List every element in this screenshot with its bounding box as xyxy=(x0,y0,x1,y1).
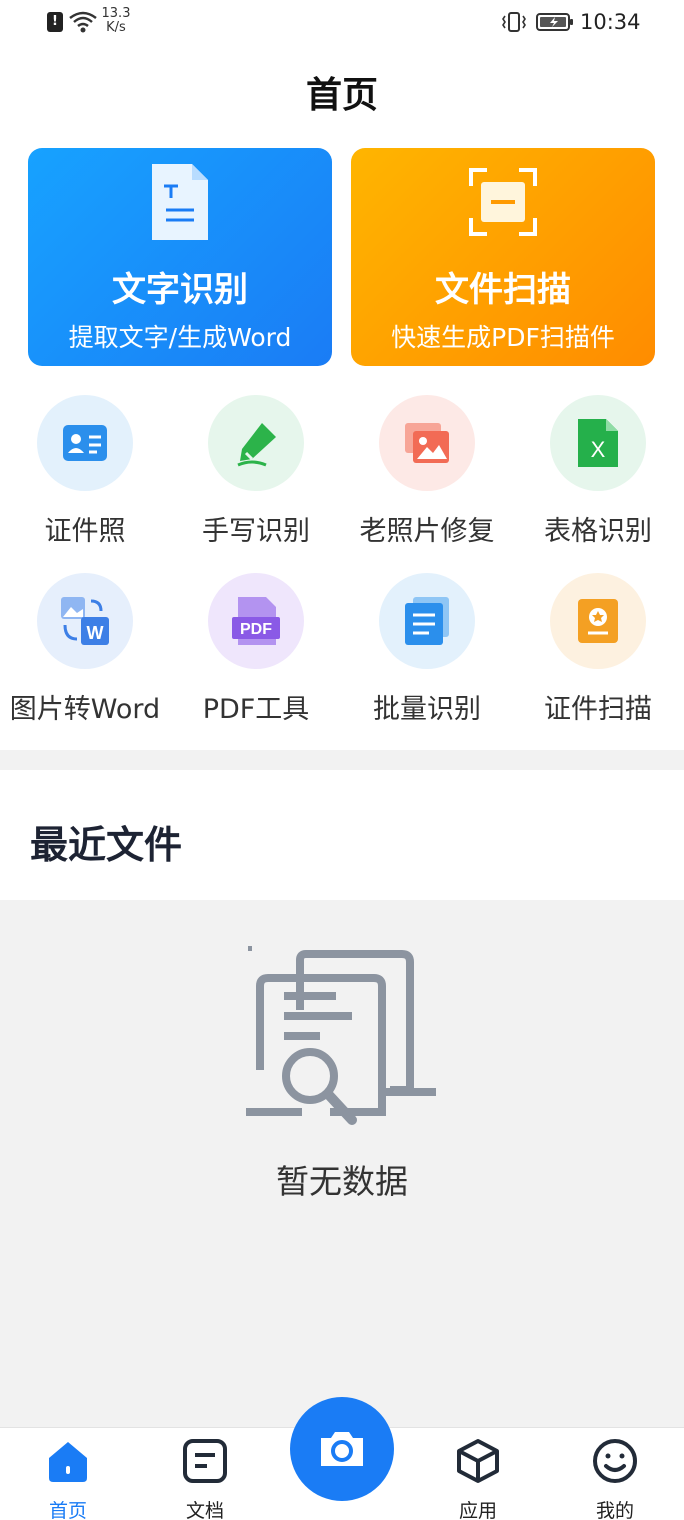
tool-icon-circle: X xyxy=(550,395,646,491)
network-speed: 13.3 K/s xyxy=(100,7,132,35)
tool-icon-circle: W xyxy=(37,573,133,669)
svg-text:W: W xyxy=(87,623,104,643)
document-icon xyxy=(183,1439,227,1483)
card-title: 文字识别 xyxy=(112,270,248,310)
page-title: 首页 xyxy=(305,75,378,116)
wifi-icon xyxy=(69,11,97,33)
tool-label: 图片转Word xyxy=(9,694,161,725)
nav-home[interactable]: 首页 xyxy=(23,1438,113,1520)
tool-label: 批量识别 xyxy=(373,694,481,725)
svg-text:PDF: PDF xyxy=(240,621,272,638)
nav-label: 首页 xyxy=(48,1500,87,1520)
recent-files-section: 最近文件 xyxy=(0,770,684,900)
network-speed-value: 13.3 xyxy=(101,6,131,21)
camera-icon xyxy=(321,1432,363,1466)
tool-icon-circle xyxy=(379,573,475,669)
home-icon xyxy=(49,1442,87,1482)
file-scan-card[interactable]: 文件扫描 快速生成PDF扫描件 xyxy=(351,148,655,366)
battery-icon xyxy=(536,13,573,31)
scan-frame-icon xyxy=(469,168,537,236)
tool-label: 表格识别 xyxy=(544,516,652,547)
text-recognition-card[interactable]: 文字识别 提取文字/生成Word xyxy=(28,148,332,366)
tool-certificate-scan[interactable]: 证件扫描 xyxy=(513,573,683,726)
tool-label: 手写识别 xyxy=(202,516,310,547)
pen-icon xyxy=(237,423,276,467)
clock: 10:34 xyxy=(580,10,641,34)
certificate-icon xyxy=(578,599,618,643)
recent-files-title: 最近文件 xyxy=(30,823,183,867)
tool-label: PDF工具 xyxy=(202,694,310,725)
tool-icon-circle xyxy=(379,395,475,491)
tool-pdf[interactable]: PDF PDF工具 xyxy=(171,573,341,726)
smiley-icon xyxy=(593,1439,637,1483)
tool-id-photo[interactable]: 证件照 xyxy=(0,395,170,548)
excel-icon: X xyxy=(578,419,618,467)
empty-state-text: 暂无数据 xyxy=(276,1162,408,1201)
id-card-icon xyxy=(63,425,107,461)
tool-icon-circle: PDF xyxy=(208,573,304,669)
vibrate-icon xyxy=(502,12,526,32)
card-subtitle: 快速生成PDF扫描件 xyxy=(391,323,615,352)
tool-batch-recognition[interactable]: 批量识别 xyxy=(342,573,512,726)
tool-icon-circle xyxy=(550,573,646,669)
nav-label: 应用 xyxy=(458,1500,497,1520)
svg-text:X: X xyxy=(591,437,606,462)
empty-documents-icon xyxy=(246,946,436,1125)
card-subtitle: 提取文字/生成Word xyxy=(68,323,292,352)
camera-button[interactable] xyxy=(290,1397,394,1501)
network-speed-unit: K/s xyxy=(106,20,126,35)
nav-documents[interactable]: 文档 xyxy=(160,1438,250,1520)
text-document-icon xyxy=(152,164,208,240)
tool-label: 证件照 xyxy=(44,516,126,547)
pdf-icon: PDF xyxy=(232,597,280,645)
tool-image-to-word[interactable]: W 图片转Word xyxy=(0,573,170,726)
tool-icon-circle xyxy=(208,395,304,491)
tool-label: 老照片修复 xyxy=(359,516,495,547)
status-bar: ! 13.3 K/s 10:34 xyxy=(0,0,684,46)
tool-icon-circle xyxy=(37,395,133,491)
tool-label: 证件扫描 xyxy=(544,694,652,725)
cube-icon xyxy=(457,1439,499,1483)
tool-table-recognition[interactable]: X 表格识别 xyxy=(513,395,683,548)
nav-apps[interactable]: 应用 xyxy=(433,1438,523,1520)
alert-icon: ! xyxy=(47,12,63,32)
tool-photo-restore[interactable]: 老照片修复 xyxy=(342,395,512,548)
nav-profile[interactable]: 我的 xyxy=(570,1438,660,1520)
tool-handwriting[interactable]: 手写识别 xyxy=(171,395,341,548)
nav-label: 我的 xyxy=(595,1500,634,1520)
card-title: 文件扫描 xyxy=(435,270,571,310)
batch-icon xyxy=(405,597,449,645)
image-to-word-icon: W xyxy=(61,597,109,645)
photo-icon xyxy=(405,423,449,463)
nav-label: 文档 xyxy=(185,1500,224,1520)
